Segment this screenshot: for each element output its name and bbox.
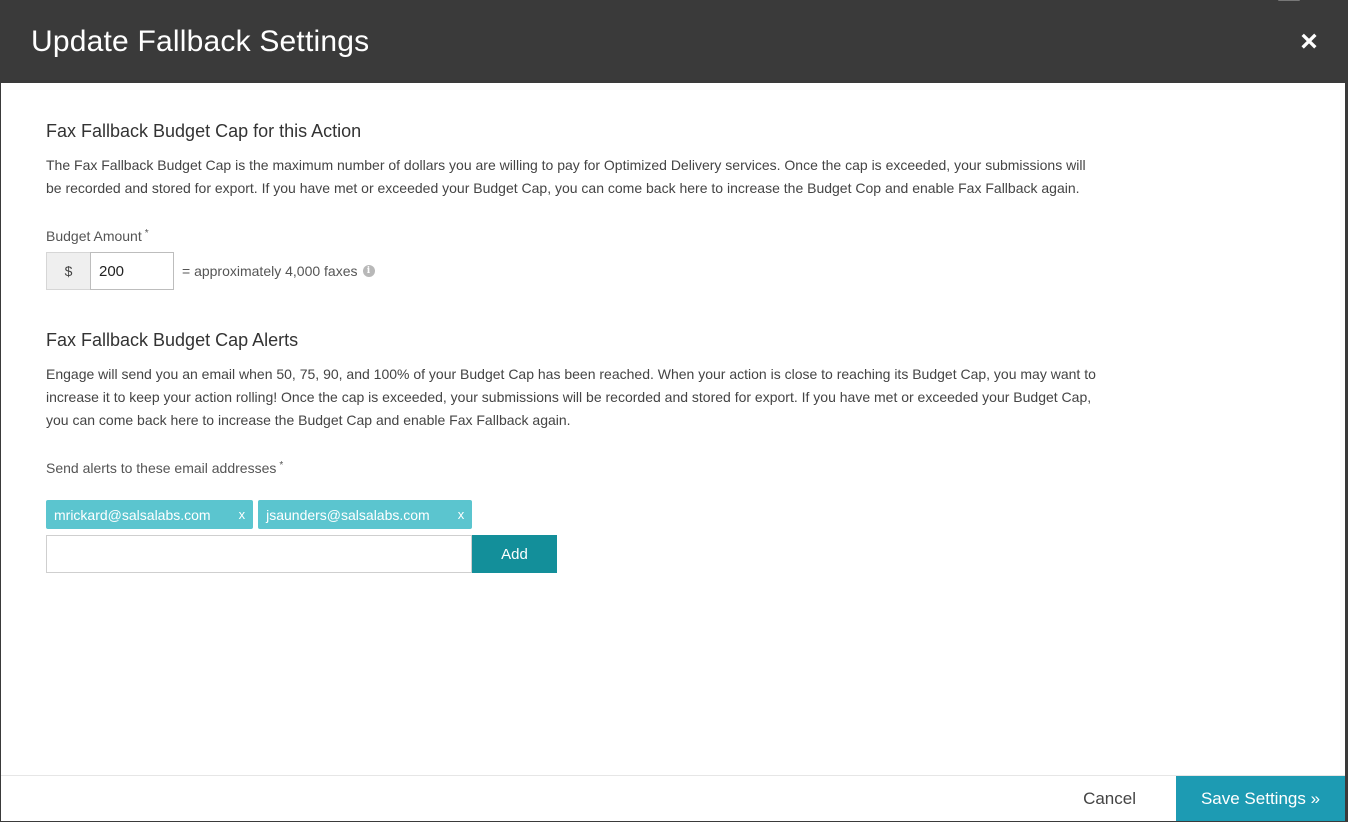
email-tag-address: jsaunders@salsalabs.com bbox=[266, 506, 430, 523]
email-tag-address: mrickard@salsalabs.com bbox=[54, 506, 211, 523]
budget-section-description: The Fax Fallback Budget Cap is the maxim… bbox=[46, 157, 1086, 196]
email-tag: jsaunders@salsalabs.com x bbox=[258, 500, 473, 529]
budget-amount-label: Budget Amount * bbox=[46, 228, 1300, 244]
add-email-row: Add bbox=[46, 535, 1300, 573]
budget-section-title: Fax Fallback Budget Cap for this Action bbox=[46, 121, 362, 141]
alerts-section-title: Fax Fallback Budget Cap Alerts bbox=[46, 330, 299, 350]
budget-amount-row: $ = approximately 4,000 faxes i bbox=[46, 252, 1300, 290]
required-marker: * bbox=[144, 228, 149, 239]
modal-footer: Cancel Save Settings » bbox=[1, 775, 1345, 821]
remove-email-icon[interactable]: x bbox=[239, 507, 246, 522]
email-alerts-label: Send alerts to these email addresses * bbox=[46, 460, 1300, 476]
approx-faxes: = approximately 4,000 faxes i bbox=[182, 263, 375, 279]
add-email-button[interactable]: Add bbox=[472, 535, 557, 573]
email-tags: mrickard@salsalabs.com x jsaunders@salsa… bbox=[46, 500, 1300, 529]
currency-addon: $ bbox=[46, 252, 90, 290]
email-input[interactable] bbox=[46, 535, 472, 573]
modal-title: Update Fallback Settings bbox=[31, 25, 370, 58]
info-icon[interactable]: i bbox=[362, 265, 375, 277]
required-marker: * bbox=[279, 460, 284, 471]
remove-email-icon[interactable]: x bbox=[458, 507, 465, 522]
email-tag: mrickard@salsalabs.com x bbox=[46, 500, 254, 529]
modal-header: Update Fallback Settings × bbox=[1, 1, 1345, 83]
close-icon[interactable]: × bbox=[1295, 27, 1323, 57]
approx-faxes-text: = approximately 4,000 faxes bbox=[182, 263, 358, 279]
save-settings-button[interactable]: Save Settings » bbox=[1176, 776, 1345, 821]
modal-body: Fax Fallback Budget Cap for this Action … bbox=[1, 83, 1345, 775]
budget-amount-input[interactable] bbox=[90, 252, 174, 290]
cancel-button[interactable]: Cancel bbox=[1043, 776, 1176, 821]
fallback-settings-modal: Update Fallback Settings × Fax Fallback … bbox=[1, 1, 1345, 821]
email-alerts-label-text: Send alerts to these email addresses bbox=[46, 460, 277, 476]
budget-amount-label-text: Budget Amount bbox=[46, 228, 142, 244]
alerts-section-description: Engage will send you an email when 50, 7… bbox=[46, 366, 1096, 428]
